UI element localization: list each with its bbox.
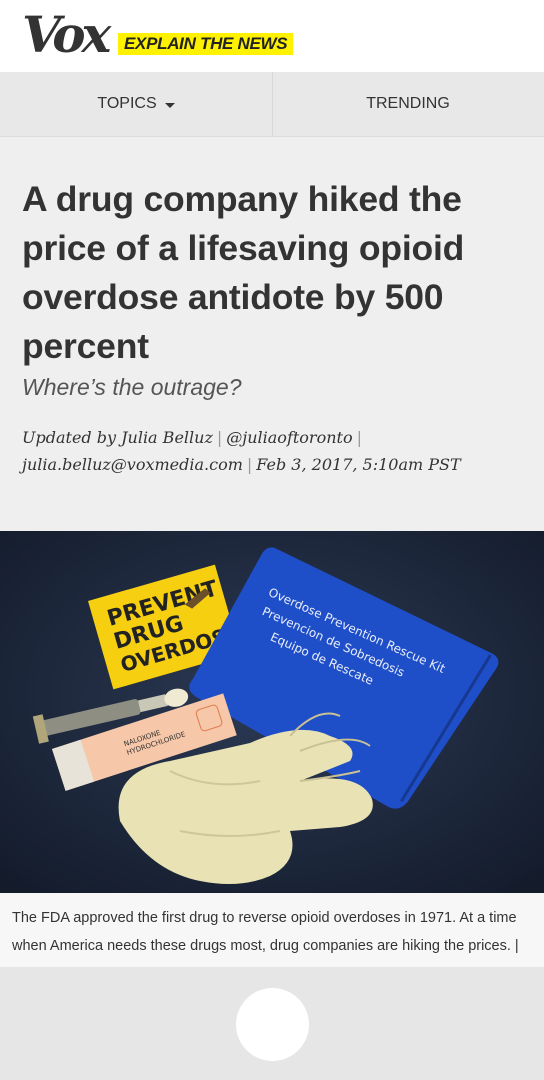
vox-logo[interactable]: Vox bbox=[22, 10, 111, 60]
hero-image[interactable]: PREVENT DRUG OVERDOSE Overdose Preventio… bbox=[0, 531, 544, 893]
nav-trending[interactable]: TRENDING bbox=[272, 72, 544, 136]
byline: Updated by Julia Belluz | @juliaoftoronto |… bbox=[22, 424, 527, 478]
byline-separator: | bbox=[356, 428, 362, 447]
nav-bar: TOPICS TRENDING bbox=[0, 72, 544, 137]
article-header: A drug company hiked the price of a life… bbox=[0, 137, 544, 531]
article-dek: Where’s the outrage? bbox=[22, 374, 242, 400]
site-header: Vox EXPLAIN THE NEWS bbox=[0, 0, 544, 73]
byline-twitter[interactable]: @juliaoftoronto bbox=[226, 428, 352, 447]
byline-author[interactable]: Updated by Julia Belluz bbox=[22, 428, 213, 447]
nav-topics-label: TOPICS bbox=[97, 95, 157, 112]
nav-trending-label: TRENDING bbox=[366, 95, 450, 112]
tagline: EXPLAIN THE NEWS bbox=[118, 33, 294, 55]
home-button[interactable] bbox=[236, 988, 309, 1061]
device-bottom-bar bbox=[0, 967, 544, 1080]
caption-text: The FDA approved the first drug to rever… bbox=[12, 910, 519, 969]
byline-date: Feb 3, 2017, 5:10am PST bbox=[256, 455, 461, 474]
image-caption: The FDA approved the first drug to rever… bbox=[0, 893, 544, 969]
byline-separator: | bbox=[246, 455, 253, 474]
byline-separator: | bbox=[216, 428, 223, 447]
nav-topics[interactable]: TOPICS bbox=[0, 72, 273, 136]
hero-photo: PREVENT DRUG OVERDOSE Overdose Preventio… bbox=[0, 531, 544, 893]
byline-email[interactable]: julia.belluz@voxmedia.com bbox=[22, 455, 243, 474]
article-headline: A drug company hiked the price of a life… bbox=[22, 179, 465, 366]
chevron-down-icon bbox=[164, 102, 175, 108]
